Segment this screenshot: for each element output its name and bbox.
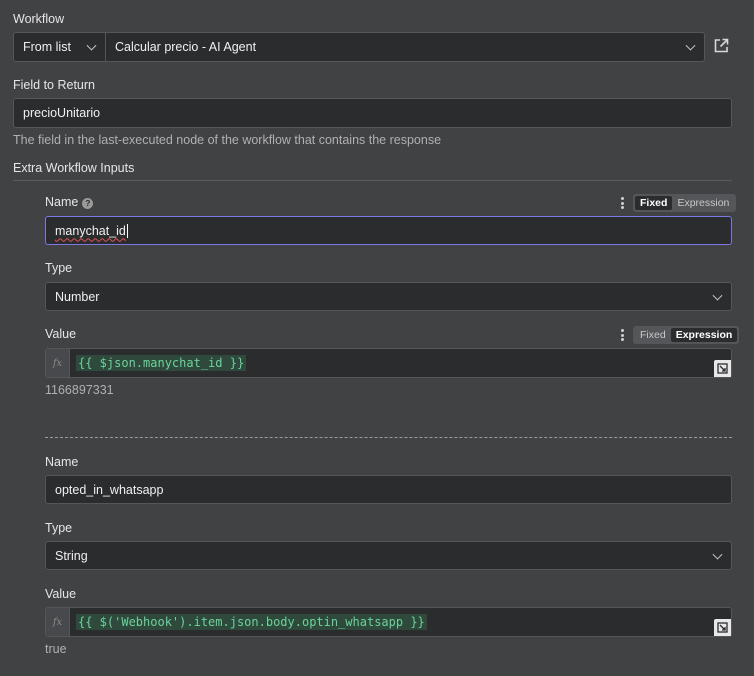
fx-icon: fx bbox=[46, 608, 70, 636]
chevron-down-icon bbox=[685, 40, 696, 51]
input-2-type-select[interactable]: String bbox=[45, 541, 732, 570]
chevron-down-icon bbox=[86, 40, 97, 51]
help-icon[interactable]: ? bbox=[82, 197, 94, 209]
toggle-expression[interactable]: Expression bbox=[672, 196, 734, 210]
chevron-down-icon bbox=[712, 290, 723, 301]
input-1-value-result: 1166897331 bbox=[45, 383, 114, 397]
name-mode-toggle[interactable]: Fixed Expression bbox=[633, 194, 737, 212]
text-caret bbox=[126, 223, 128, 238]
workflow-select-value: Calcular precio - AI Agent bbox=[115, 40, 257, 54]
field-to-return-input[interactable]: precioUnitario bbox=[13, 98, 732, 128]
input-1-type-label: Type bbox=[45, 261, 73, 275]
expand-icon[interactable] bbox=[714, 360, 731, 377]
input-2-value-expression[interactable]: fx {{ $('Webhook').item.json.body.optin_… bbox=[45, 607, 732, 637]
expression-text: {{ $json.manychat_id }} bbox=[76, 355, 247, 371]
input-2-name-label: Name bbox=[45, 455, 79, 469]
input-2-name-field[interactable]: opted_in_whatsapp bbox=[45, 475, 732, 504]
fx-icon: fx bbox=[46, 349, 70, 377]
options-icon[interactable] bbox=[621, 329, 624, 341]
input-1-value-label: Value bbox=[45, 327, 77, 341]
item-separator bbox=[45, 437, 732, 438]
input-2-value-label: Value bbox=[45, 587, 77, 601]
expand-icon[interactable] bbox=[714, 619, 731, 636]
source-select[interactable]: From list bbox=[13, 32, 106, 62]
source-select-value: From list bbox=[23, 40, 71, 54]
field-to-return-label: Field to Return bbox=[13, 78, 95, 92]
field-to-return-hint: The field in the last-executed node of t… bbox=[13, 133, 442, 147]
extra-inputs-label: Extra Workflow Inputs bbox=[13, 161, 135, 175]
input-2-name-value: opted_in_whatsapp bbox=[55, 482, 164, 497]
input-2-type-value: String bbox=[55, 548, 88, 563]
section-divider bbox=[13, 180, 732, 181]
options-icon[interactable] bbox=[621, 197, 624, 209]
chevron-down-icon bbox=[712, 549, 723, 560]
input-1-type-value: Number bbox=[55, 289, 100, 304]
workflow-select[interactable]: Calcular precio - AI Agent bbox=[105, 32, 705, 62]
input-1-name-label: Name? bbox=[45, 195, 94, 209]
toggle-fixed[interactable]: Fixed bbox=[635, 196, 673, 210]
input-1-name-field[interactable]: manychat_id bbox=[45, 216, 732, 245]
field-to-return-value: precioUnitario bbox=[23, 106, 101, 120]
input-2-value-result: true bbox=[45, 642, 67, 656]
toggle-expression[interactable]: Expression bbox=[670, 328, 738, 342]
input-1-type-select[interactable]: Number bbox=[45, 282, 732, 311]
input-1-value-expression[interactable]: fx {{ $json.manychat_id }} bbox=[45, 348, 732, 378]
input-2-type-label: Type bbox=[45, 521, 73, 535]
input-1-name-value: manychat_id bbox=[55, 223, 126, 238]
toggle-fixed[interactable]: Fixed bbox=[635, 328, 671, 342]
workflow-label: Workflow bbox=[13, 12, 65, 26]
value-mode-toggle[interactable]: Fixed Expression bbox=[633, 326, 740, 344]
external-link-icon[interactable] bbox=[712, 37, 730, 55]
expression-text: {{ $('Webhook').item.json.body.optin_wha… bbox=[76, 614, 427, 630]
